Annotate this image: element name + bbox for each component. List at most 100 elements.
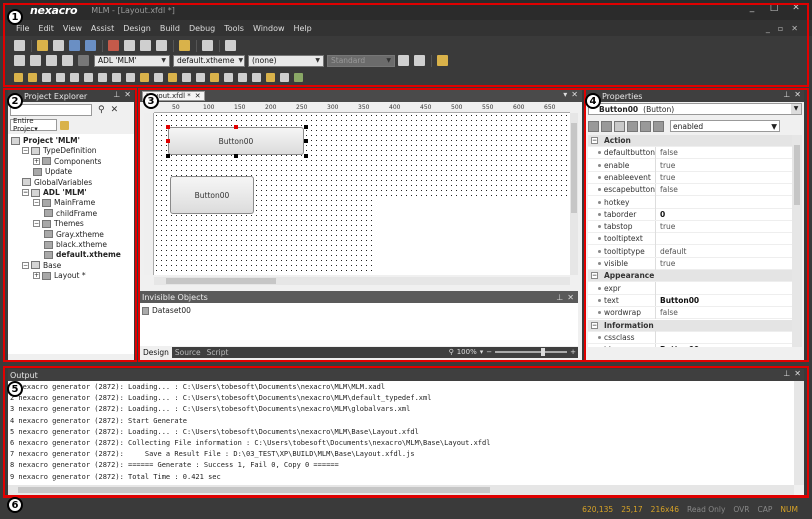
- output-vertical-scrollbar[interactable]: [794, 381, 804, 485]
- property-row[interactable]: cssclass: [588, 331, 792, 344]
- canvas-vertical-scrollbar[interactable]: [570, 113, 578, 275]
- filter-combo[interactable]: Entire Projec▾: [10, 117, 57, 133]
- button00-selected[interactable]: Button00: [168, 127, 304, 155]
- property-row[interactable]: defaultbutton false: [588, 146, 792, 160]
- zoom-in-icon[interactable]: +: [570, 348, 576, 356]
- events-icon[interactable]: [627, 120, 638, 132]
- tree-node[interactable]: + Components: [33, 157, 101, 166]
- property-row[interactable]: tooltiptext: [588, 232, 792, 246]
- invisible-item-dataset00[interactable]: Dataset00: [142, 306, 191, 315]
- zoom-level[interactable]: 100%: [457, 348, 477, 356]
- property-scrollbar[interactable]: [792, 135, 802, 347]
- resize-handle[interactable]: [234, 154, 238, 158]
- search-icon[interactable]: ⚲: [98, 105, 105, 115]
- property-row[interactable]: escapebutton false: [588, 183, 792, 197]
- collapse-icon[interactable]: −: [33, 199, 40, 207]
- property-value[interactable]: false: [656, 148, 678, 157]
- property-row[interactable]: enable true: [588, 159, 792, 172]
- zoom-slider[interactable]: [495, 348, 568, 356]
- filter-icon[interactable]: [60, 120, 69, 130]
- property-value[interactable]: false: [656, 185, 678, 194]
- property-row[interactable]: expr: [588, 282, 792, 295]
- collapse-icon[interactable]: −: [22, 261, 29, 269]
- scrollbar-thumb[interactable]: [794, 145, 800, 205]
- resize-handle[interactable]: [166, 139, 170, 143]
- pin-icon[interactable]: ⊥: [783, 90, 790, 99]
- property-row[interactable]: taborder 0: [588, 208, 792, 221]
- tree-node[interactable]: GlobalVariables: [22, 178, 92, 187]
- property-category[interactable]: − Appearance: [588, 270, 792, 283]
- collapse-icon[interactable]: −: [591, 137, 598, 144]
- collapse-icon[interactable]: −: [591, 272, 598, 280]
- tree-node[interactable]: + Layout *: [33, 271, 86, 280]
- properties-icon[interactable]: [614, 120, 625, 132]
- property-row[interactable]: id Button00: [588, 343, 792, 347]
- search-input[interactable]: [10, 104, 92, 116]
- object-selector[interactable]: Button00 (Button) ▼: [588, 103, 802, 115]
- close-icon[interactable]: ✕: [567, 293, 574, 302]
- zoom-search-icon[interactable]: ⚲: [449, 348, 454, 356]
- close-icon[interactable]: ✕: [794, 369, 801, 378]
- property-value[interactable]: true: [656, 222, 675, 231]
- resize-handle[interactable]: [234, 125, 238, 129]
- css-icon[interactable]: [653, 120, 664, 132]
- pin-icon[interactable]: ⊥: [113, 90, 120, 99]
- property-row[interactable]: tabstop true: [588, 220, 792, 234]
- expand-icon[interactable]: +: [33, 272, 40, 280]
- property-row[interactable]: wordwrap false: [588, 306, 792, 320]
- chevron-down-icon[interactable]: ▾: [480, 348, 484, 356]
- button00-second[interactable]: Button00: [170, 176, 254, 214]
- property-value[interactable]: true: [656, 161, 675, 170]
- pin-icon[interactable]: ⊥: [556, 293, 563, 302]
- resize-handle[interactable]: [166, 154, 170, 158]
- design-canvas[interactable]: Button00 Button00: [154, 113, 570, 275]
- tab-script[interactable]: Script: [204, 347, 232, 358]
- canvas-horizontal-scrollbar[interactable]: [154, 277, 570, 285]
- property-row[interactable]: text Button00: [588, 294, 792, 307]
- tree-node[interactable]: black.xtheme: [44, 240, 107, 249]
- property-value[interactable]: default: [656, 247, 686, 256]
- property-value[interactable]: true: [656, 259, 675, 268]
- property-row[interactable]: enableevent true: [588, 171, 792, 184]
- output-horizontal-scrollbar[interactable]: [8, 485, 794, 495]
- property-value[interactable]: 0: [656, 210, 665, 219]
- tree-node[interactable]: Project 'MLM': [11, 136, 80, 145]
- property-row[interactable]: visible true: [588, 257, 792, 270]
- scrollbar-thumb[interactable]: [571, 123, 577, 213]
- scrollbar-thumb[interactable]: [18, 487, 490, 493]
- tree-node[interactable]: − Themes: [33, 219, 84, 228]
- tree-node[interactable]: childFrame: [44, 209, 97, 218]
- resize-handle[interactable]: [304, 139, 308, 143]
- tree-node[interactable]: − TypeDefinition: [22, 146, 97, 155]
- close-icon[interactable]: ✕: [571, 90, 578, 99]
- resize-handle[interactable]: [166, 125, 170, 129]
- tree-node[interactable]: − MainFrame: [33, 198, 95, 207]
- pin-icon[interactable]: ⊥: [783, 369, 790, 378]
- tree-node[interactable]: − Base: [22, 261, 61, 270]
- output-log[interactable]: 1 nexacro generator (2872): Loading... :…: [8, 381, 794, 485]
- collapse-icon[interactable]: −: [33, 220, 40, 228]
- resize-handle[interactable]: [304, 154, 308, 158]
- close-icon[interactable]: ✕: [794, 90, 801, 99]
- property-filter-combo[interactable]: enabled ▼: [670, 120, 780, 132]
- lightning-icon[interactable]: [640, 120, 651, 132]
- property-row[interactable]: tooltiptype default: [588, 245, 792, 258]
- chevron-down-icon[interactable]: ▾: [563, 90, 567, 99]
- property-value[interactable]: false: [656, 308, 678, 317]
- collapse-icon[interactable]: −: [22, 147, 29, 155]
- resize-handle[interactable]: [304, 125, 308, 129]
- alphabetical-icon[interactable]: [601, 120, 612, 132]
- property-category[interactable]: − Action: [588, 135, 792, 147]
- tab-design[interactable]: Design: [140, 347, 172, 358]
- tree-node[interactable]: Update: [33, 167, 72, 176]
- property-value[interactable]: true: [656, 173, 675, 182]
- tab-source[interactable]: Source: [172, 347, 204, 358]
- scrollbar-thumb[interactable]: [166, 278, 276, 284]
- collapse-icon[interactable]: −: [591, 321, 598, 329]
- tree-node[interactable]: Gray.xtheme: [44, 230, 104, 239]
- chevron-down-icon[interactable]: ▼: [791, 104, 801, 114]
- property-row[interactable]: hotkey: [588, 196, 792, 209]
- tree-node[interactable]: − ADL 'MLM': [22, 188, 87, 197]
- categorized-icon[interactable]: [588, 120, 599, 132]
- tree-node[interactable]: default.xtheme: [44, 250, 121, 259]
